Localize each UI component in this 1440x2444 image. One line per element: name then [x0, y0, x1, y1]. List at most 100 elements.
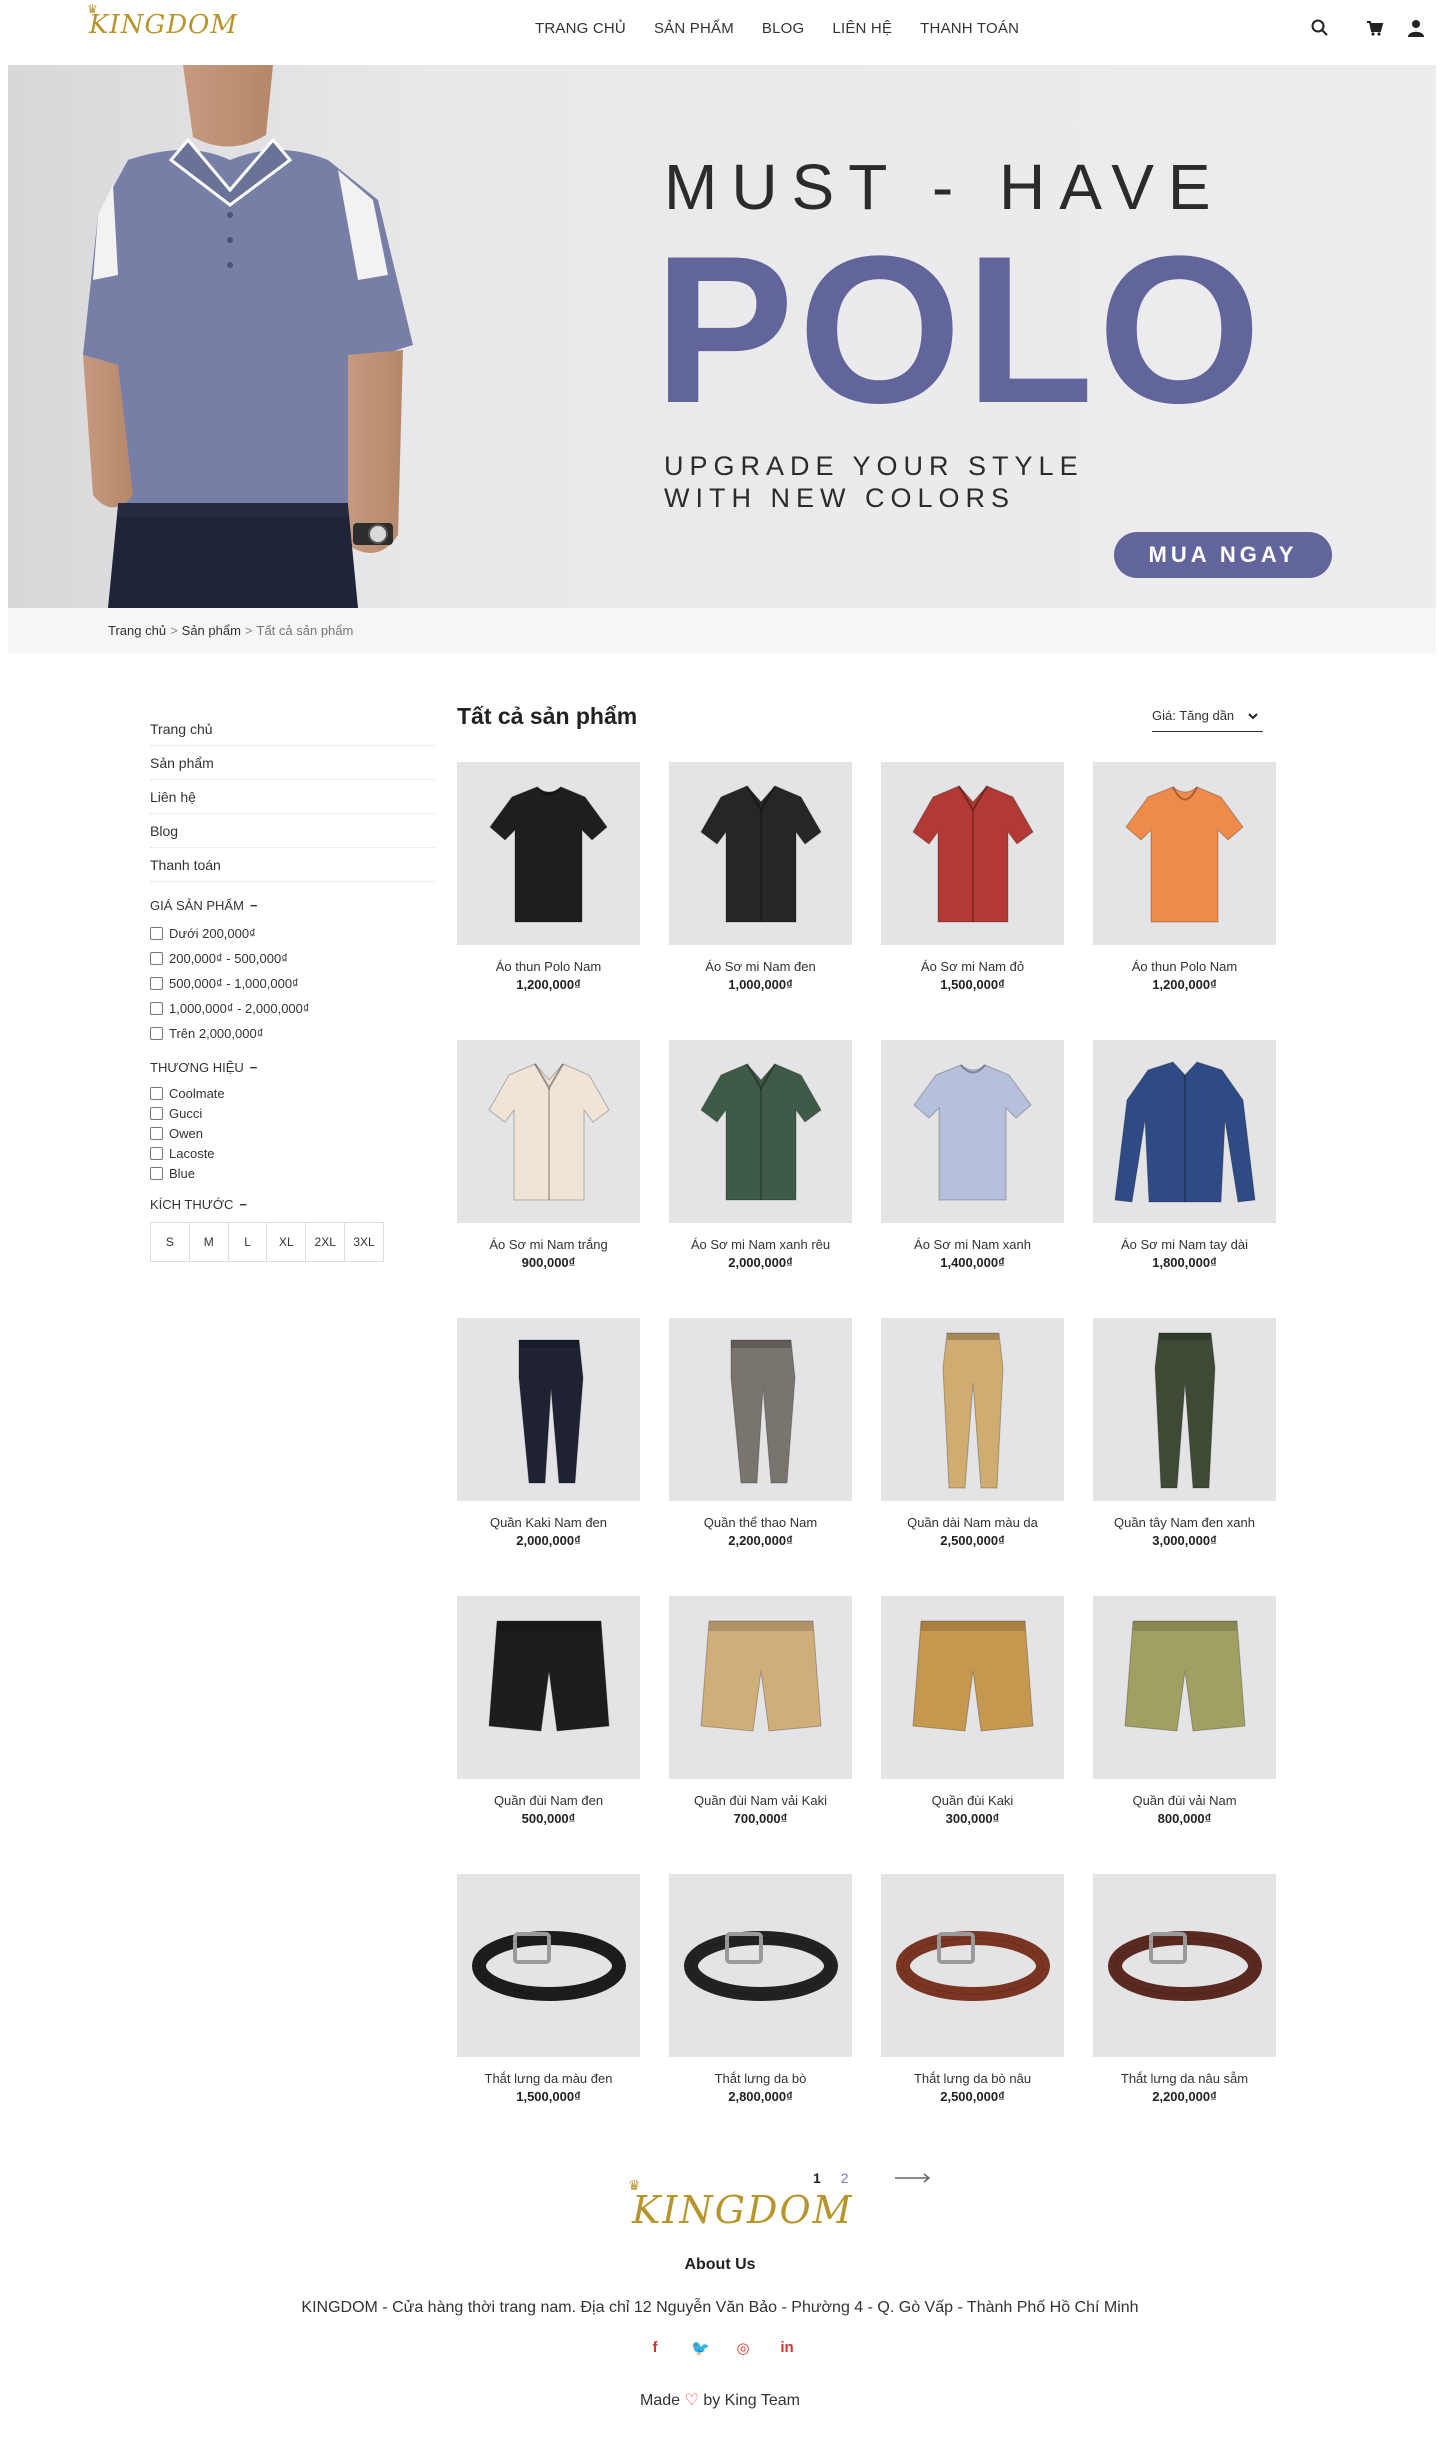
- product-card[interactable]: Áo Sơ mi Nam đỏ 1,500,000₫: [881, 762, 1064, 992]
- size-option-xl[interactable]: XL: [267, 1223, 307, 1261]
- product-image[interactable]: [669, 1596, 852, 1779]
- product-card[interactable]: Quần đùi Nam đen 500,000₫: [457, 1596, 640, 1826]
- product-card[interactable]: Áo Sơ mi Nam xanh rêu 2,000,000₫: [669, 1040, 852, 1270]
- brand-option[interactable]: Owen: [150, 1123, 436, 1143]
- sidebar-item-blog[interactable]: Blog: [150, 814, 436, 848]
- product-card[interactable]: Áo Sơ mi Nam trắng 900,000₫: [457, 1040, 640, 1270]
- product-image[interactable]: [457, 762, 640, 945]
- twitter-icon[interactable]: 🐦: [691, 2339, 710, 2357]
- product-card[interactable]: Thắt lưng da nâu sẫm 2,200,000₫: [1093, 1874, 1276, 2104]
- search-icon[interactable]: [1310, 18, 1330, 38]
- product-name[interactable]: Quần thể thao Nam: [669, 1515, 852, 1530]
- nav-item-blog[interactable]: BLOG: [762, 20, 804, 37]
- checkbox[interactable]: [150, 1027, 163, 1040]
- product-image[interactable]: [1093, 1874, 1276, 2057]
- product-card[interactable]: Thắt lưng da bò 2,800,000₫: [669, 1874, 852, 2104]
- instagram-icon[interactable]: ◎: [735, 2339, 751, 2357]
- product-name[interactable]: Quần dài Nam màu da: [881, 1515, 1064, 1530]
- product-image[interactable]: [669, 1040, 852, 1223]
- page-1[interactable]: 1: [813, 2170, 821, 2186]
- checkbox[interactable]: [150, 1146, 163, 1160]
- product-name[interactable]: Quần tây Nam đen xanh: [1093, 1515, 1276, 1530]
- product-name[interactable]: Quần đùi vải Nam: [1093, 1793, 1276, 1808]
- product-image[interactable]: [457, 1874, 640, 2057]
- brand-option[interactable]: Lacoste: [150, 1143, 436, 1163]
- checkbox[interactable]: [150, 1106, 163, 1120]
- cart-icon[interactable]: [1365, 18, 1385, 38]
- product-name[interactable]: Áo Sơ mi Nam trắng: [457, 1237, 640, 1252]
- product-card[interactable]: Áo thun Polo Nam 1,200,000₫: [1093, 762, 1276, 992]
- product-image[interactable]: [457, 1318, 640, 1501]
- product-name[interactable]: Thắt lưng da màu đen: [457, 2071, 640, 2086]
- product-card[interactable]: Thắt lưng da màu đen 1,500,000₫: [457, 1874, 640, 2104]
- product-name[interactable]: Áo Sơ mi Nam xanh: [881, 1237, 1064, 1252]
- product-image[interactable]: [881, 1874, 1064, 2057]
- size-option-s[interactable]: S: [151, 1223, 190, 1261]
- product-card[interactable]: Quần đùi Nam vải Kaki 700,000₫: [669, 1596, 852, 1826]
- nav-item-home[interactable]: TRANG CHỦ: [535, 20, 626, 37]
- user-icon[interactable]: [1406, 18, 1426, 38]
- breadcrumb-products[interactable]: Sản phẩm: [182, 623, 241, 638]
- product-name[interactable]: Áo Sơ mi Nam tay dài: [1093, 1237, 1276, 1252]
- product-image[interactable]: [457, 1596, 640, 1779]
- product-card[interactable]: Thắt lưng da bò nâu 2,500,000₫: [881, 1874, 1064, 2104]
- checkbox[interactable]: [150, 977, 163, 990]
- footer-logo[interactable]: ♛ KINGDOM: [628, 2178, 854, 2232]
- product-name[interactable]: Thắt lưng da bò nâu: [881, 2071, 1064, 2086]
- price-filter-heading[interactable]: GIÁ SẢN PHẨM −: [150, 898, 436, 913]
- sidebar-item-home[interactable]: Trang chủ: [150, 712, 436, 746]
- nav-item-products[interactable]: SẢN PHẨM: [654, 20, 734, 37]
- collapse-icon[interactable]: −: [250, 898, 258, 913]
- product-image[interactable]: [1093, 1318, 1276, 1501]
- hero-banner[interactable]: MUST - HAVE POLO UPGRADE YOUR STYLE WITH…: [8, 65, 1436, 608]
- size-option-l[interactable]: L: [229, 1223, 268, 1261]
- brand-option[interactable]: Coolmate: [150, 1083, 436, 1103]
- price-option[interactable]: Trên 2,000,000₫: [150, 1021, 436, 1046]
- product-card[interactable]: Áo Sơ mi Nam tay dài 1,800,000₫: [1093, 1040, 1276, 1270]
- checkbox[interactable]: [150, 1166, 163, 1180]
- checkbox[interactable]: [150, 927, 163, 940]
- product-name[interactable]: Áo thun Polo Nam: [1093, 959, 1276, 974]
- logo[interactable]: ♛ KINGDOM: [87, 2, 238, 40]
- price-option[interactable]: Dưới 200,000₫: [150, 921, 436, 946]
- brand-filter-heading[interactable]: THƯƠNG HIỆU −: [150, 1060, 436, 1075]
- collapse-icon[interactable]: −: [239, 1197, 247, 1212]
- product-image[interactable]: [1093, 762, 1276, 945]
- product-image[interactable]: [457, 1040, 640, 1223]
- arrow-right-icon[interactable]: [894, 2173, 931, 2183]
- product-image[interactable]: [669, 1874, 852, 2057]
- breadcrumb-home[interactable]: Trang chủ: [108, 623, 166, 638]
- product-name[interactable]: Áo Sơ mi Nam đỏ: [881, 959, 1064, 974]
- product-card[interactable]: Quần đùi Kaki 300,000₫: [881, 1596, 1064, 1826]
- product-name[interactable]: Thắt lưng da bò: [669, 2071, 852, 2086]
- product-name[interactable]: Áo thun Polo Nam: [457, 959, 640, 974]
- size-option-2xl[interactable]: 2XL: [306, 1223, 346, 1261]
- product-image[interactable]: [1093, 1596, 1276, 1779]
- product-name[interactable]: Quần đùi Kaki: [881, 1793, 1064, 1808]
- product-card[interactable]: Áo thun Polo Nam 1,200,000₫: [457, 762, 640, 992]
- product-image[interactable]: [669, 1318, 852, 1501]
- product-image[interactable]: [669, 762, 852, 945]
- checkbox[interactable]: [150, 952, 163, 965]
- product-name[interactable]: Áo Sơ mi Nam đen: [669, 959, 852, 974]
- price-option[interactable]: 500,000₫ - 1,000,000₫: [150, 971, 436, 996]
- size-option-3xl[interactable]: 3XL: [345, 1223, 383, 1261]
- checkbox[interactable]: [150, 1126, 163, 1140]
- brand-option[interactable]: Gucci: [150, 1103, 436, 1123]
- linkedin-icon[interactable]: in: [779, 2339, 795, 2357]
- facebook-icon[interactable]: f: [647, 2339, 663, 2357]
- sidebar-item-products[interactable]: Sản phẩm: [150, 746, 436, 780]
- product-card[interactable]: Quần thể thao Nam 2,200,000₫: [669, 1318, 852, 1548]
- product-card[interactable]: Áo Sơ mi Nam đen 1,000,000₫: [669, 762, 852, 992]
- product-name[interactable]: Thắt lưng da nâu sẫm: [1093, 2071, 1276, 2086]
- product-card[interactable]: Áo Sơ mi Nam xanh 1,400,000₫: [881, 1040, 1064, 1270]
- product-name[interactable]: Quần đùi Nam đen: [457, 1793, 640, 1808]
- checkbox[interactable]: [150, 1086, 163, 1100]
- price-option[interactable]: 1,000,000₫ - 2,000,000₫: [150, 996, 436, 1021]
- sidebar-item-checkout[interactable]: Thanh toán: [150, 848, 436, 882]
- size-option-m[interactable]: M: [190, 1223, 229, 1261]
- size-filter-heading[interactable]: KÍCH THƯỚC −: [150, 1197, 436, 1212]
- shop-now-button[interactable]: MUA NGAY: [1114, 532, 1332, 578]
- brand-option[interactable]: Blue: [150, 1163, 436, 1183]
- product-image[interactable]: [881, 1318, 1064, 1501]
